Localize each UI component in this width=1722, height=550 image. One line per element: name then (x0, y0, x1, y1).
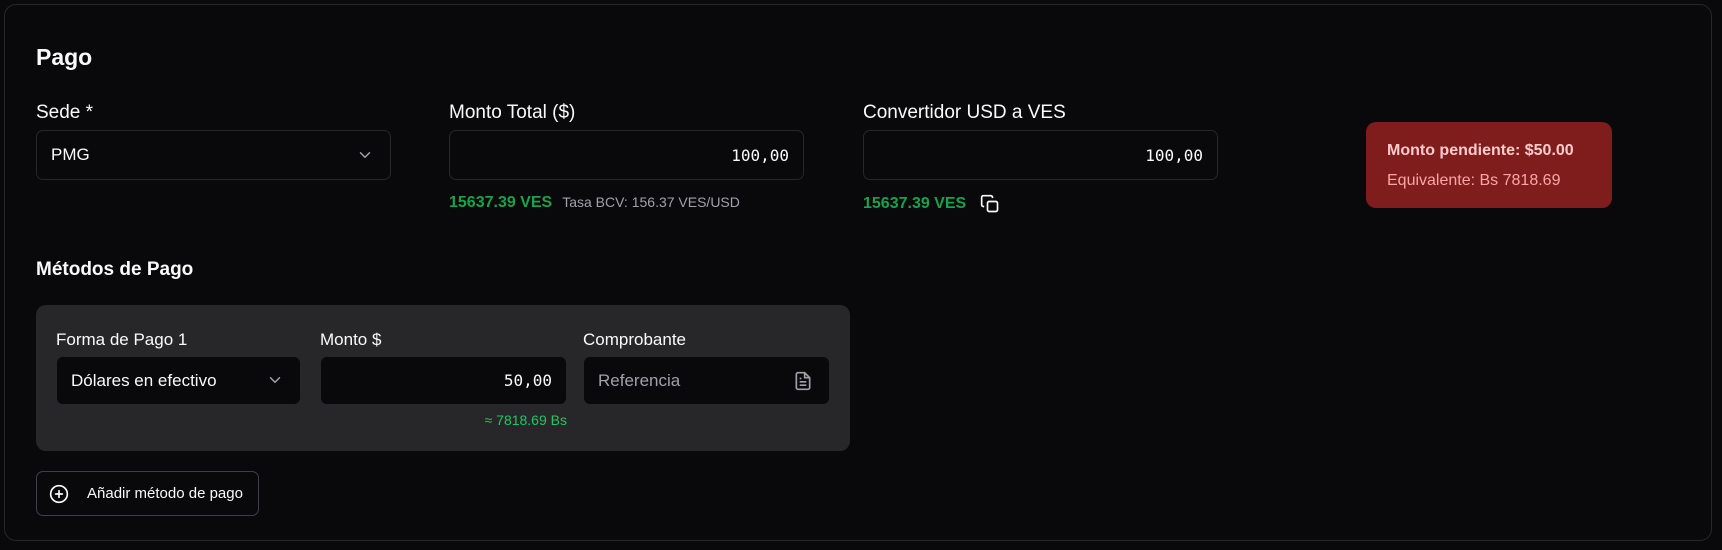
convertidor-label: Convertidor USD a VES (863, 102, 1066, 123)
monto-total-label: Monto Total ($) (449, 102, 576, 123)
convertidor-ves: 15637.39 VES (863, 195, 967, 212)
monto-total-conversion: 15637.39 VES Tasa BCV: 156.37 VES/USD (449, 194, 740, 212)
payment-card: Pago Sede * PMG Monto Total ($) 100,00 1… (4, 4, 1712, 541)
monto-value: 50,00 (503, 371, 552, 390)
convertidor-result: 15637.39 VES (863, 194, 1000, 214)
pending-amount-box: Monto pendiente: $50.00 Equivalente: Bs … (1366, 122, 1612, 208)
pending-amount-equivalent: Equivalente: Bs 7818.69 (1387, 172, 1561, 189)
monto-label: Monto $ (320, 330, 382, 349)
forma-de-pago-label: Forma de Pago 1 (56, 330, 188, 349)
monto-bs-equivalent: ≈ 7818.69 Bs (484, 412, 567, 428)
chevron-down-icon (269, 377, 281, 383)
pending-amount-title: Monto pendiente: $50.00 (1387, 142, 1574, 159)
exchange-rate-text: Tasa BCV: 156.37 VES/USD (562, 194, 740, 210)
add-payment-method-label: Añadir método de pago (87, 485, 243, 502)
comprobante-input[interactable]: Referencia (583, 356, 830, 405)
copy-icon[interactable] (980, 194, 1000, 214)
sede-select[interactable]: PMG (36, 130, 391, 180)
payment-method-item: Forma de Pago 1 Dólares en efectivo Mont… (36, 305, 850, 451)
monto-total-input[interactable]: 100,00 (449, 130, 804, 180)
page-title: Pago (36, 44, 93, 70)
chevron-down-icon (359, 152, 371, 158)
monto-total-value: 100,00 (731, 145, 789, 165)
convertidor-value: 100,00 (1145, 145, 1203, 165)
convertidor-input[interactable]: 100,00 (863, 130, 1218, 180)
add-payment-method-button[interactable]: Añadir método de pago (36, 471, 259, 516)
sede-select-value: PMG (51, 145, 90, 164)
plus-circle-icon (49, 484, 69, 503)
monto-total-ves: 15637.39 VES (449, 194, 553, 211)
monto-input[interactable]: 50,00 (320, 356, 567, 405)
forma-de-pago-select[interactable]: Dólares en efectivo (56, 356, 301, 405)
file-text-icon[interactable] (793, 370, 813, 392)
comprobante-placeholder: Referencia (598, 370, 681, 390)
sede-label: Sede * (36, 102, 94, 123)
comprobante-label: Comprobante (583, 330, 687, 349)
forma-de-pago-value: Dólares en efectivo (71, 370, 217, 390)
methods-title: Métodos de Pago (36, 259, 194, 280)
